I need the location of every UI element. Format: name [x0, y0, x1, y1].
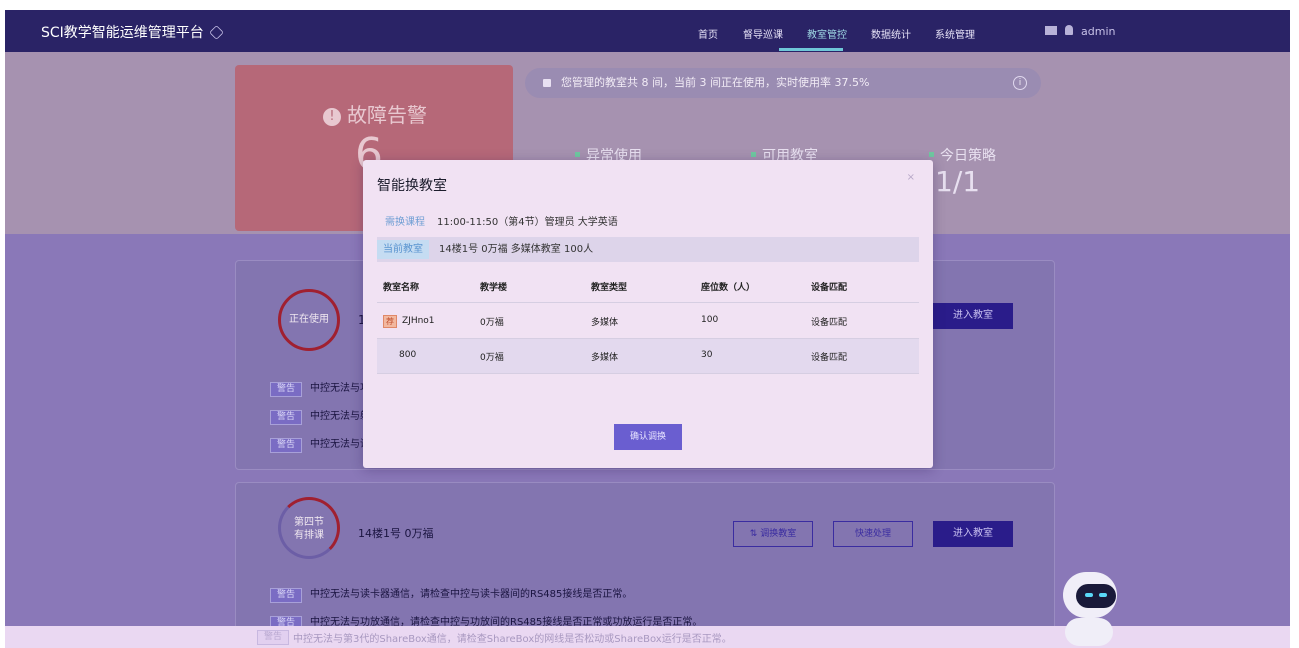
col-header-match: 设备匹配 [811, 283, 848, 293]
status-dot-icon [929, 152, 934, 157]
warning-tag: 警告 [270, 588, 303, 603]
active-tab-indicator [779, 48, 843, 51]
notice-text: 您管理的教室共 8 间，当前 3 间正在使用，实时使用率 37.5% [561, 76, 870, 89]
table-row[interactable]: 800 0万福 多媒体 30 设备匹配 [377, 339, 919, 373]
enter-classroom-button[interactable]: 进入教室 [933, 303, 1013, 329]
match-cell: 设备匹配 [811, 353, 848, 363]
seats-cell: 30 [701, 350, 713, 360]
alert-message: 警告 中控无法与讲 [270, 435, 370, 453]
quick-handle-button[interactable]: 快速处理 [833, 521, 913, 547]
info-icon[interactable]: i [1013, 76, 1027, 90]
alert-message: 警告 中控无法与射 [270, 407, 370, 425]
warning-tag: 警告 [270, 410, 303, 425]
enter-classroom-button[interactable]: 进入教室 [933, 521, 1013, 547]
user-icon [1065, 25, 1073, 35]
stat-strategy-value: 1/1 [935, 165, 981, 198]
type-cell: 多媒体 [591, 318, 619, 328]
dialog-title: 智能换教室 [377, 178, 447, 194]
course-row: 需换课程 11:00-11:50（第4节）管理员 大学英语 [383, 212, 618, 229]
swap-classroom-button[interactable]: ⇅ 调换教室 [733, 521, 813, 547]
current-classroom-row: 当前教室 14楼1号 0万福 多媒体教室 100人 [377, 237, 919, 262]
warning-tag: 警告 [257, 630, 290, 645]
alert-message: 警告 中控无法与读卡器通信，请检查中控与读卡器间的RS485接线是否正常。 [270, 585, 632, 603]
seats-cell: 100 [701, 315, 719, 325]
current-value: 14楼1号 0万福 多媒体教室 100人 [439, 244, 594, 255]
type-cell: 多媒体 [591, 353, 619, 363]
nav-item-statistics[interactable]: 数据统计 [871, 26, 911, 41]
confirm-swap-button[interactable]: 确认调换 [614, 424, 682, 450]
col-header-name: 教室名称 [383, 283, 420, 293]
nav-item-system[interactable]: 系统管理 [935, 26, 975, 41]
status-ring: 第四节 有排课 [278, 497, 340, 559]
building-cell: 0万福 [480, 318, 504, 328]
alert-icon: ! [323, 108, 341, 126]
current-label: 当前教室 [377, 240, 429, 259]
match-cell: 设备匹配 [811, 318, 848, 328]
nav-item-classroom-control[interactable]: 教室管控 [807, 26, 847, 41]
app-logo[interactable]: SCI教学智能运维管理平台 [41, 22, 224, 42]
room-name-cell: 荐 ZJHno1 [383, 315, 435, 328]
close-icon[interactable]: × [907, 172, 915, 183]
swap-classroom-dialog: 智能换教室 × 需换课程 11:00-11:50（第4节）管理员 大学英语 当前教… [363, 160, 933, 468]
app-title: SCI教学智能运维管理平台 [41, 25, 204, 41]
nav-item-supervision[interactable]: 督导巡课 [743, 26, 783, 41]
course-label: 需换课程 [385, 217, 425, 228]
alarm-title: ! 故障告警 [323, 99, 427, 128]
username[interactable]: admin [1081, 25, 1115, 38]
warning-tag: 警告 [270, 382, 303, 397]
warning-tag: 警告 [270, 438, 303, 453]
app-page: SCI教学智能运维管理平台 首页 督导巡课 教室管控 数据统计 系统管理 adm… [5, 10, 1290, 648]
recommend-badge: 荐 [383, 315, 397, 328]
col-header-building: 教学楼 [480, 283, 508, 293]
room-name-cell: 800 [399, 350, 417, 360]
col-header-seats: 座位数（人） [701, 283, 756, 293]
mail-icon[interactable] [1045, 26, 1057, 35]
room-info: 14楼1号 0万福 [358, 527, 434, 540]
building-cell: 0万福 [480, 353, 504, 363]
speaker-icon [543, 79, 551, 87]
course-value: 11:00-11:50（第4节）管理员 大学英语 [437, 217, 618, 228]
user-area: admin [1045, 25, 1115, 38]
table-divider [377, 373, 919, 374]
nav-item-home[interactable]: 首页 [698, 26, 718, 41]
status-dot-icon [751, 152, 756, 157]
cube-icon [208, 25, 224, 40]
status-ring: 正在使用 [278, 289, 340, 351]
classroom-panel: 第四节 有排课 14楼1号 0万福 ⇅ 调换教室 快速处理 进入教室 警告 中控无法… [235, 482, 1055, 648]
table-row[interactable]: 荐 ZJHno1 0万福 多媒体 100 设备匹配 [377, 304, 919, 338]
table-divider [377, 302, 919, 303]
top-nav: SCI教学智能运维管理平台 首页 督导巡课 教室管控 数据统计 系统管理 adm… [5, 10, 1290, 52]
col-header-type: 教室类型 [591, 283, 628, 293]
stat-strategy: 今日策略 [929, 145, 996, 165]
usage-notice: 您管理的教室共 8 间，当前 3 间正在使用，实时使用率 37.5% i [525, 68, 1041, 98]
alert-message: 警告 中控无法与功 [270, 379, 370, 397]
robot-assistant-icon[interactable] [1057, 570, 1123, 648]
status-dot-icon [575, 152, 580, 157]
